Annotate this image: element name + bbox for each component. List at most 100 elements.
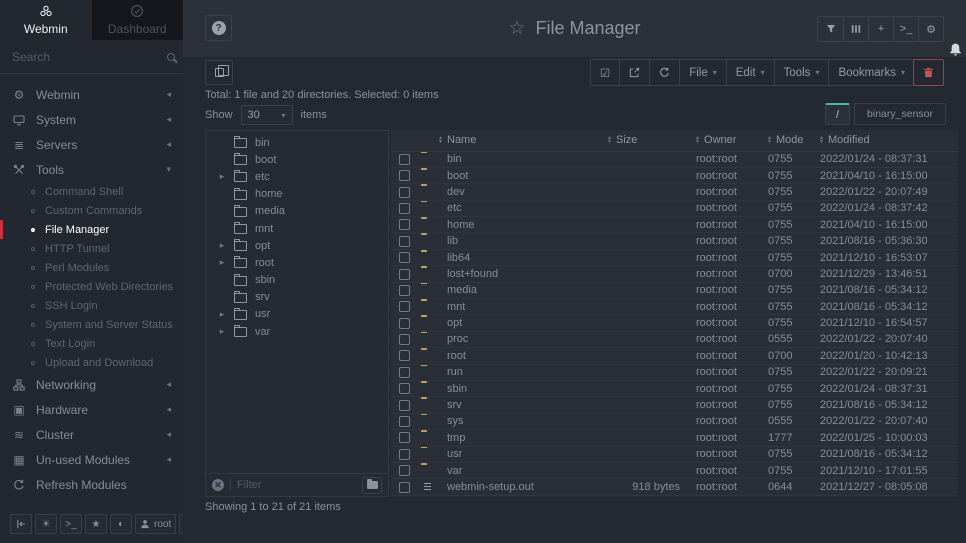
sidebar-item-system[interactable]: System◂ [0, 107, 183, 132]
tree-item-bin[interactable]: bin [206, 134, 388, 151]
row-checkbox[interactable] [399, 269, 410, 280]
row-checkbox[interactable] [399, 482, 410, 493]
sidebar-item-text-login[interactable]: Text Login [0, 334, 183, 353]
table-row[interactable]: procroot:root05552022/01/22 - 20:07:40 [391, 331, 958, 347]
table-row[interactable]: lib64root:root07552021/12/10 - 16:53:07 [391, 249, 958, 265]
sidebar-item-protected-web-directories[interactable]: Protected Web Directories [0, 277, 183, 296]
row-checkbox[interactable] [399, 187, 410, 198]
language-button[interactable]: ◐ [110, 514, 132, 534]
tab-dashboard[interactable]: Dashboard [92, 0, 184, 40]
sidebar-item-file-manager[interactable]: File Manager [0, 220, 183, 239]
tree-item-root[interactable]: ▸root [206, 254, 388, 271]
user-button[interactable]: root [135, 514, 176, 534]
tree-item-mnt[interactable]: mnt [206, 220, 388, 237]
expand-caret-icon[interactable]: ▸ [218, 240, 226, 251]
row-checkbox[interactable] [399, 383, 410, 394]
tree-item-home[interactable]: home [206, 186, 388, 203]
row-checkbox[interactable] [399, 154, 410, 165]
row-checkbox[interactable] [399, 219, 410, 230]
notifications-bell-icon[interactable] [948, 42, 963, 61]
select-all-button[interactable]: ☑ [591, 60, 619, 85]
tree-item-usr[interactable]: ▸usr [206, 306, 388, 323]
shell-button[interactable]: >_ [60, 514, 82, 534]
tree-folder-button[interactable] [362, 477, 382, 494]
row-checkbox[interactable] [399, 301, 410, 312]
paste-buffer-button[interactable] [205, 60, 233, 85]
column-header-mode[interactable]: ▴▾Mode [768, 130, 820, 151]
sidebar-item-un-used-modules[interactable]: ▦Un-used Modules◂ [0, 447, 183, 472]
row-checkbox[interactable] [399, 449, 410, 460]
expand-caret-icon[interactable]: ▸ [218, 326, 226, 337]
sidebar-item-system-and-server-status[interactable]: System and Server Status [0, 315, 183, 334]
column-header-owner[interactable]: ▴▾Owner [696, 130, 768, 151]
sidebar-item-cluster[interactable]: ≋Cluster◂ [0, 422, 183, 447]
trash-button[interactable] [913, 59, 944, 86]
row-checkbox[interactable] [399, 236, 410, 247]
menu-bookmarks[interactable]: Bookmarks ▾ [828, 60, 914, 85]
sidebar-item-http-tunnel[interactable]: HTTP Tunnel [0, 239, 183, 258]
menu-edit[interactable]: Edit ▾ [726, 60, 774, 85]
table-row[interactable]: sysroot:root05552022/01/22 - 20:07:40 [391, 413, 958, 429]
table-row[interactable]: devroot:root07552022/01/22 - 20:07:49 [391, 184, 958, 200]
breadcrumb-current[interactable]: binary_sensor [854, 103, 946, 125]
breadcrumb-root[interactable]: / [825, 103, 850, 125]
collapse-sidebar-button[interactable] [10, 514, 32, 534]
table-row[interactable]: usrroot:root07552021/08/16 - 05:34:12 [391, 446, 958, 462]
tree-item-srv[interactable]: srv [206, 289, 388, 306]
favorite-star-icon[interactable]: ☆ [508, 17, 525, 40]
table-row[interactable]: srvroot:root07552021/08/16 - 05:34:12 [391, 397, 958, 413]
table-row[interactable]: sbinroot:root07552022/01/24 - 08:37:31 [391, 380, 958, 396]
help-button[interactable]: ? [205, 15, 232, 41]
tree-item-media[interactable]: media [206, 203, 388, 220]
sort-icon[interactable]: ▴▾ [439, 136, 442, 144]
columns-button[interactable] [843, 17, 868, 41]
row-checkbox[interactable] [399, 400, 410, 411]
sidebar-item-hardware[interactable]: ▣Hardware◂ [0, 397, 183, 422]
tree-item-sbin[interactable]: sbin [206, 272, 388, 289]
page-size-select[interactable]: 30 ▾ [241, 105, 293, 125]
table-row[interactable]: varroot:root07552021/12/10 - 17:01:55 [391, 462, 958, 478]
add-button[interactable]: + [868, 17, 893, 41]
table-row[interactable]: mntroot:root07552021/08/16 - 05:34:12 [391, 299, 958, 315]
export-button[interactable] [619, 60, 649, 85]
sidebar-item-upload-and-download[interactable]: Upload and Download [0, 353, 183, 372]
tree-item-boot[interactable]: boot [206, 151, 388, 168]
search-input[interactable] [12, 50, 167, 64]
table-row[interactable]: webmin-setup.out918 bytesroot:root064420… [391, 479, 958, 495]
tree-item-opt[interactable]: ▸opt [206, 237, 388, 254]
table-row[interactable]: lost+foundroot:root07002021/12/29 - 13:4… [391, 266, 958, 282]
row-checkbox[interactable] [399, 170, 410, 181]
favorites-button[interactable]: ★ [85, 514, 107, 534]
sidebar-item-custom-commands[interactable]: Custom Commands [0, 201, 183, 220]
table-row[interactable]: rootroot:root07002022/01/20 - 10:42:13 [391, 348, 958, 364]
table-row[interactable]: runroot:root07552022/01/22 - 20:09:21 [391, 364, 958, 380]
sidebar-item-webmin[interactable]: ⚙Webmin◂ [0, 82, 183, 107]
column-header-modified[interactable]: ▴▾Modified [820, 130, 958, 151]
row-checkbox[interactable] [399, 350, 410, 361]
sidebar-item-tools[interactable]: Tools▾ [0, 157, 183, 182]
row-checkbox[interactable] [399, 465, 410, 476]
expand-caret-icon[interactable]: ▸ [218, 257, 226, 268]
table-row[interactable]: optroot:root07552021/12/10 - 16:54:57 [391, 315, 958, 331]
row-checkbox[interactable] [399, 252, 410, 263]
row-checkbox[interactable] [399, 432, 410, 443]
row-checkbox[interactable] [399, 367, 410, 378]
expand-caret-icon[interactable]: ▸ [218, 309, 226, 320]
table-row[interactable]: etcroot:root07552022/01/24 - 08:37:42 [391, 200, 958, 216]
row-checkbox[interactable] [399, 334, 410, 345]
tree-item-etc[interactable]: ▸etc [206, 168, 388, 185]
terminal-button[interactable]: >_ [893, 17, 918, 41]
column-header-size[interactable]: ▴▾Size [608, 130, 696, 151]
sidebar-item-servers[interactable]: ≣Servers◂ [0, 132, 183, 157]
filter-button[interactable] [818, 17, 843, 41]
theme-toggle-button[interactable]: ☀ [35, 514, 57, 534]
table-row[interactable]: mediaroot:root07552021/08/16 - 05:34:12 [391, 282, 958, 298]
sidebar-item-ssh-login[interactable]: SSH Login [0, 296, 183, 315]
table-row[interactable]: homeroot:root07552021/04/10 - 16:15:00 [391, 217, 958, 233]
table-row[interactable]: bootroot:root07552021/04/10 - 16:15:00 [391, 167, 958, 183]
sidebar-item-command-shell[interactable]: Command Shell [0, 182, 183, 201]
tree-item-var[interactable]: ▸var [206, 323, 388, 340]
tree-filter-input[interactable] [237, 479, 356, 491]
menu-file[interactable]: File ▾ [679, 60, 726, 85]
clear-filter-icon[interactable]: ✕ [212, 479, 224, 491]
